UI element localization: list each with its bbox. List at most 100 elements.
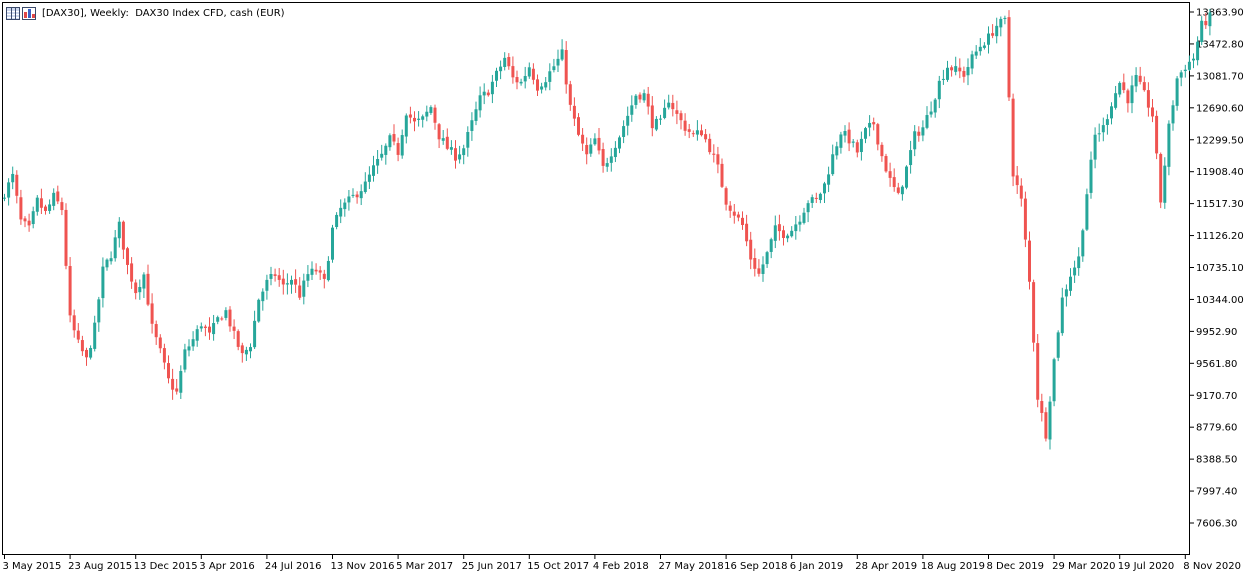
candle-body bbox=[568, 84, 572, 105]
candle-body bbox=[1036, 343, 1040, 400]
candle-body bbox=[511, 66, 515, 78]
candle bbox=[568, 80, 572, 111]
candle bbox=[474, 101, 478, 126]
candle-body bbox=[175, 388, 179, 392]
candle bbox=[1003, 15, 1007, 25]
candle bbox=[244, 346, 248, 361]
candle-body bbox=[577, 117, 580, 135]
candle-body bbox=[1204, 20, 1208, 26]
candle bbox=[7, 178, 11, 206]
candle bbox=[339, 199, 343, 224]
candle bbox=[376, 149, 380, 174]
candle-body bbox=[872, 122, 876, 125]
candle-body bbox=[929, 111, 933, 115]
candle bbox=[72, 309, 76, 338]
candle bbox=[1073, 260, 1077, 283]
candle-body bbox=[322, 273, 326, 279]
candle-body bbox=[958, 67, 962, 72]
candle bbox=[777, 214, 781, 241]
candle-body bbox=[1122, 82, 1126, 91]
candle bbox=[1101, 117, 1105, 142]
time-tick-label: 13 Nov 2016 bbox=[331, 561, 395, 572]
candle bbox=[220, 316, 224, 321]
candle bbox=[400, 129, 404, 159]
candle-body bbox=[1028, 240, 1031, 282]
time-tick-label: 24 Jul 2016 bbox=[265, 561, 322, 572]
candle-body bbox=[146, 273, 150, 305]
candle-body bbox=[150, 303, 154, 324]
candle bbox=[1023, 191, 1027, 248]
candle bbox=[921, 120, 925, 142]
candle-body bbox=[269, 274, 273, 279]
candle bbox=[1089, 151, 1093, 199]
candle-body bbox=[80, 340, 84, 352]
candle bbox=[1032, 279, 1036, 352]
candle bbox=[925, 106, 929, 130]
candle bbox=[1175, 76, 1179, 111]
candle bbox=[121, 220, 125, 260]
candle bbox=[1064, 284, 1068, 307]
candle-body bbox=[171, 378, 175, 390]
candle bbox=[798, 215, 802, 232]
candle-body bbox=[695, 130, 699, 135]
candle bbox=[630, 95, 634, 122]
candle bbox=[946, 60, 949, 82]
price-tick-label: 11517.30 bbox=[1196, 199, 1244, 210]
chart-window[interactable]: [DAX30], Weekly: DAX30 Index CFD, cash (… bbox=[0, 0, 1244, 575]
candle-body bbox=[72, 315, 76, 331]
candle-body bbox=[294, 279, 298, 285]
candle-body bbox=[162, 348, 166, 363]
candle-body bbox=[773, 225, 777, 241]
candle bbox=[158, 334, 162, 354]
candle bbox=[1011, 93, 1015, 187]
candle bbox=[864, 126, 867, 144]
candle-body bbox=[782, 230, 785, 238]
candle bbox=[913, 125, 917, 157]
price-tick-label: 12299.50 bbox=[1196, 135, 1244, 146]
time-tick-label: 23 Aug 2015 bbox=[68, 561, 132, 572]
candle bbox=[609, 148, 613, 172]
candle bbox=[1151, 99, 1154, 123]
candle-body bbox=[827, 174, 831, 185]
candle bbox=[179, 365, 183, 399]
price-tick-label: 10344.00 bbox=[1196, 295, 1244, 306]
candle bbox=[298, 277, 302, 300]
candle bbox=[335, 212, 339, 230]
candle-body bbox=[954, 66, 958, 72]
candlestick-chart[interactable]: 13863.9013472.8013081.7012690.6012299.50… bbox=[0, 0, 1244, 575]
candle-body bbox=[823, 183, 826, 194]
candle bbox=[671, 94, 675, 117]
candle-body bbox=[630, 105, 634, 115]
candle bbox=[261, 288, 265, 311]
candle bbox=[712, 144, 716, 163]
candle bbox=[458, 145, 462, 164]
candle-body bbox=[1019, 185, 1023, 199]
candle bbox=[905, 165, 908, 190]
candle-body bbox=[126, 248, 129, 265]
candle bbox=[958, 58, 962, 79]
candle-body bbox=[995, 25, 999, 37]
candle bbox=[466, 126, 470, 157]
candle-body bbox=[933, 99, 937, 113]
candle bbox=[417, 111, 421, 127]
candle bbox=[810, 194, 814, 208]
candle bbox=[39, 188, 43, 215]
candle bbox=[872, 117, 876, 131]
candle bbox=[302, 273, 306, 305]
candle-body bbox=[19, 197, 23, 220]
candle bbox=[724, 186, 728, 211]
candle bbox=[76, 323, 80, 344]
candle-body bbox=[974, 51, 978, 56]
candle bbox=[827, 166, 831, 193]
time-tick-label: 28 Apr 2019 bbox=[855, 561, 917, 572]
candle bbox=[306, 265, 310, 288]
candle-body bbox=[236, 331, 240, 347]
candle-body bbox=[769, 239, 773, 252]
candle bbox=[462, 144, 466, 165]
time-tick-label: 27 May 2018 bbox=[659, 561, 724, 572]
candle bbox=[806, 200, 810, 223]
price-tick-label: 11126.20 bbox=[1196, 231, 1244, 242]
candle-body bbox=[884, 156, 888, 172]
candle bbox=[27, 213, 31, 232]
candle bbox=[757, 259, 761, 277]
